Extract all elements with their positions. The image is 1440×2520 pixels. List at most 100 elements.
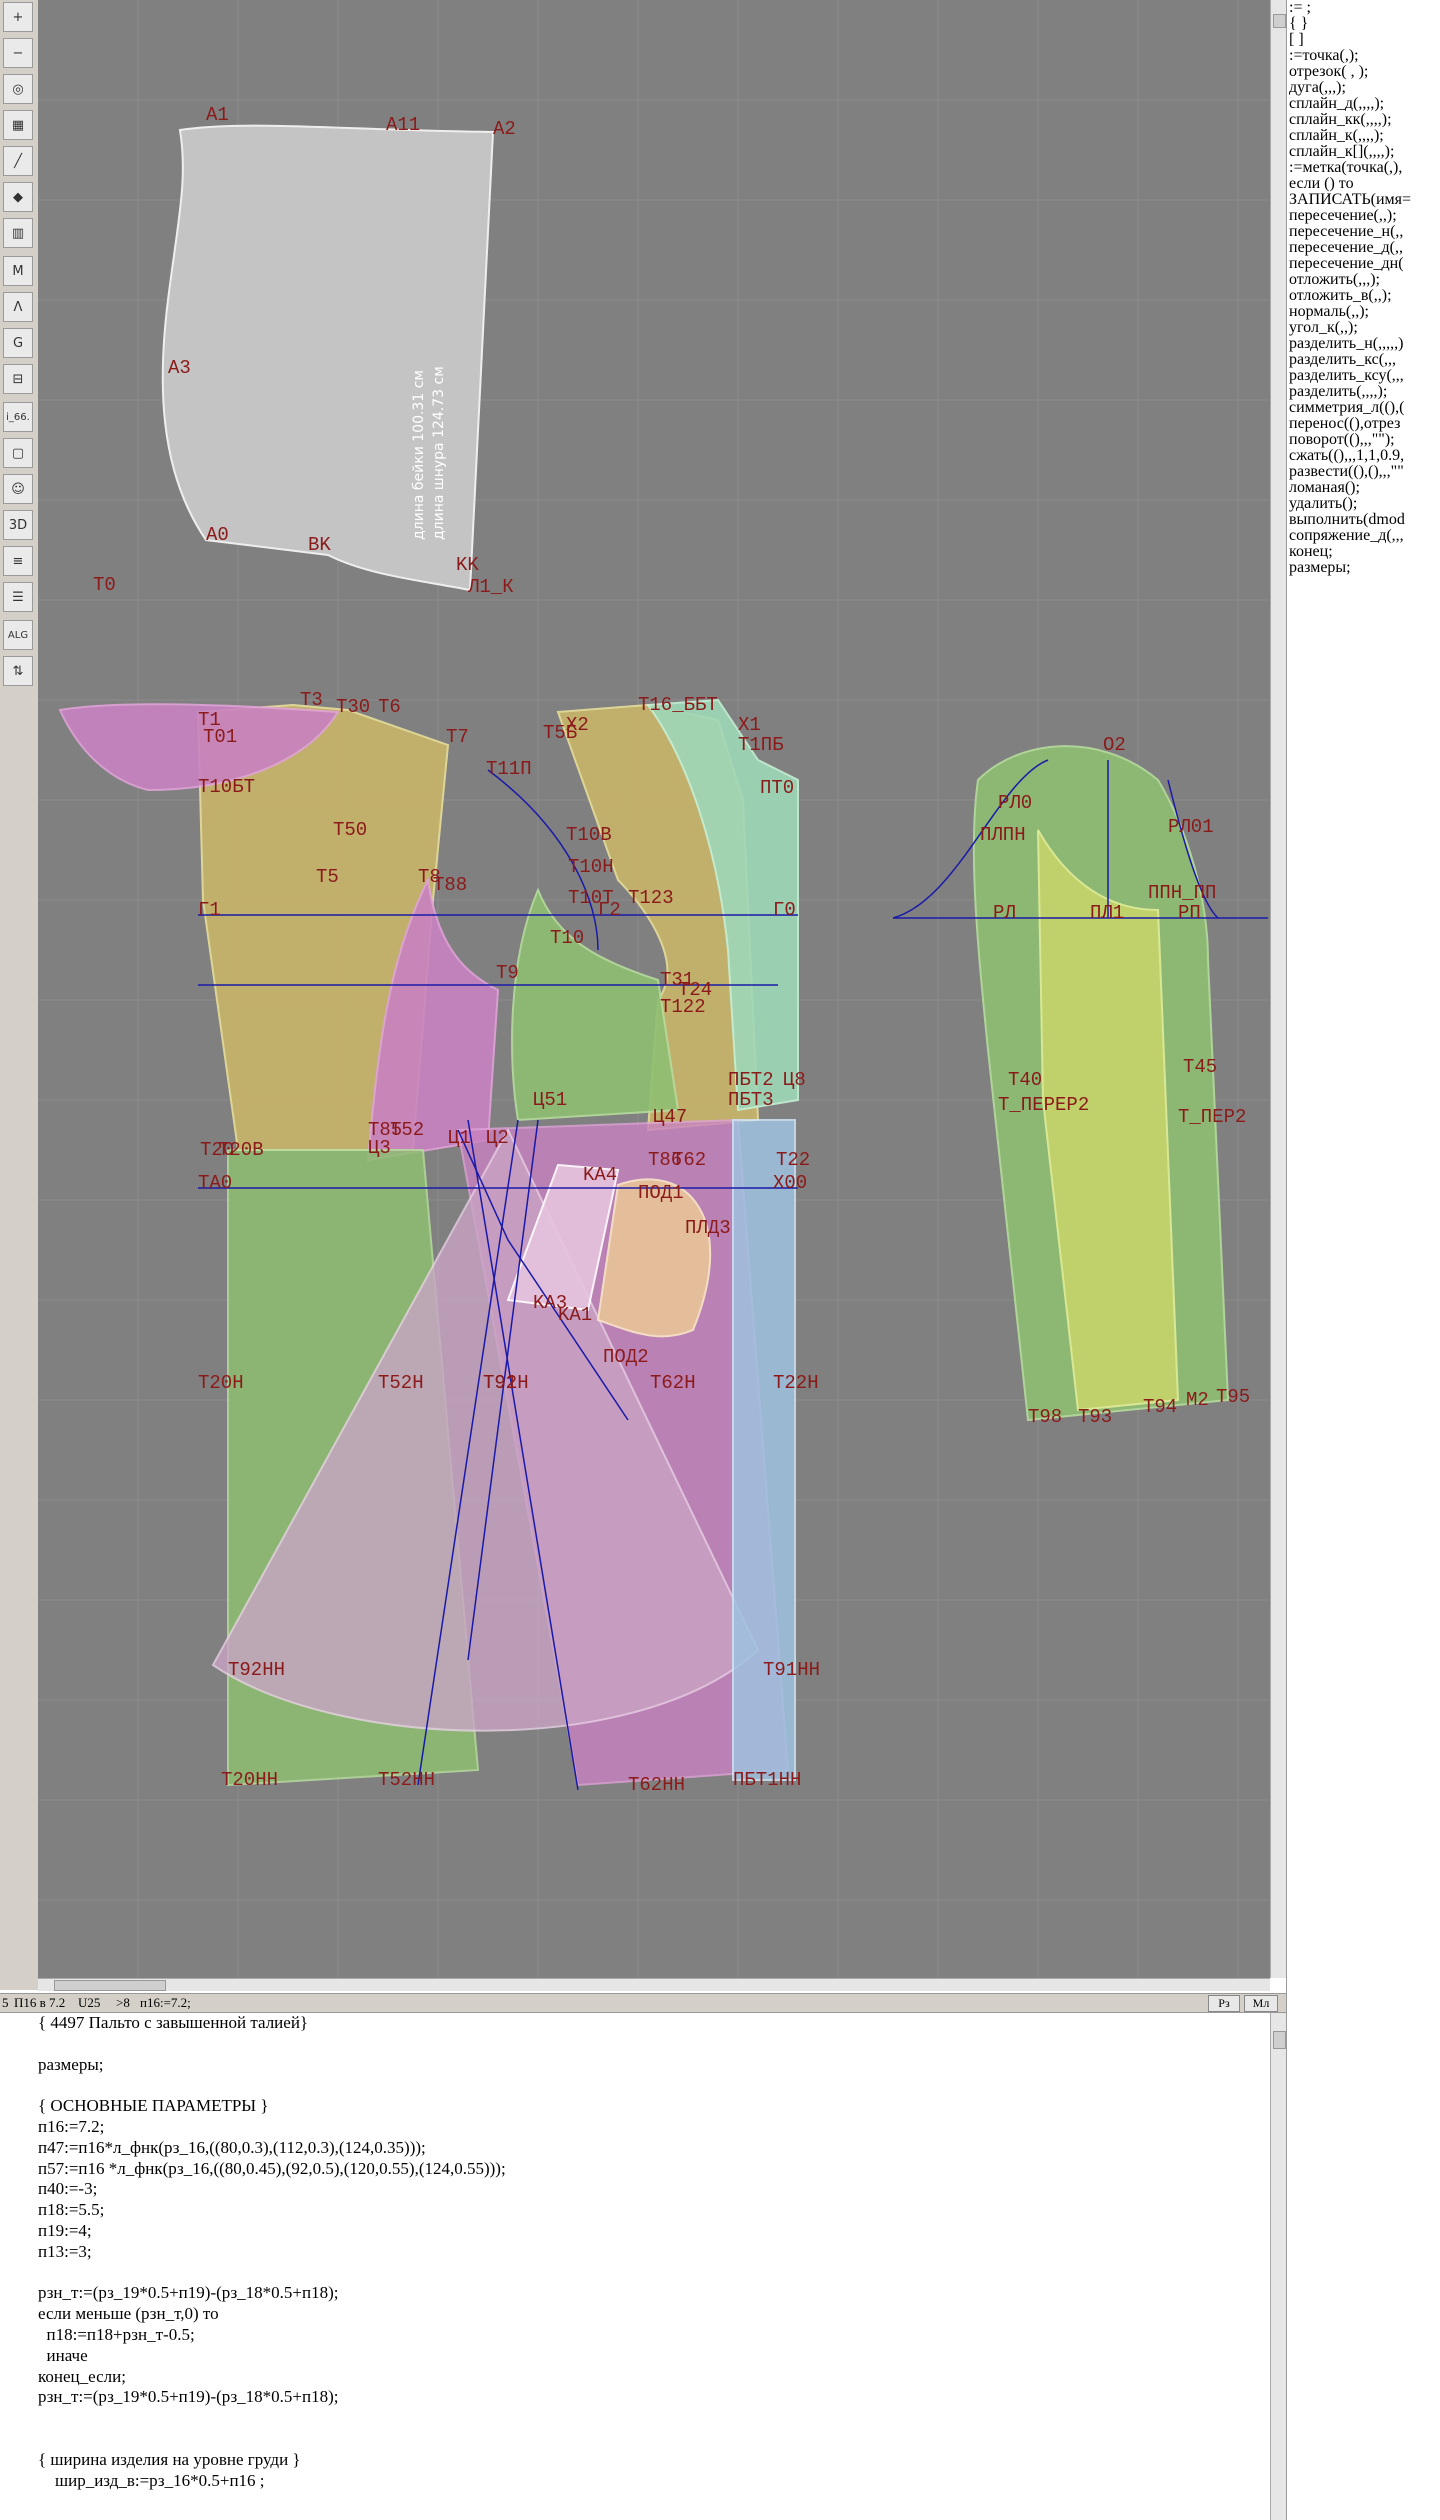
point-label[interactable]: BK [308,534,331,556]
point-label[interactable]: T10Н [568,856,614,878]
zoom-in-icon[interactable]: + [3,2,33,32]
point-label[interactable]: T123 [628,887,674,909]
point-label[interactable]: Т1ПБ [738,734,784,756]
point-label[interactable]: ПЛД3 [685,1217,731,1239]
point-label[interactable]: T10В [566,824,612,846]
function-item[interactable]: сплайн_к[](,,,,); [1287,144,1440,160]
function-item[interactable]: развести((),(),,,"" [1287,464,1440,480]
line-tool-icon[interactable]: ╱ [3,146,33,176]
function-item[interactable]: { } [1287,16,1440,32]
function-item[interactable]: нормаль(,,); [1287,304,1440,320]
view-3d-icon[interactable]: 3D [3,510,33,540]
point-label[interactable]: M2 [1186,1389,1209,1411]
tree-icon[interactable]: ⇅ [3,656,33,686]
point-label[interactable]: Ц3 [368,1137,391,1159]
point-label[interactable]: X1 [738,714,761,736]
point-label[interactable]: T5 [316,866,339,888]
function-item[interactable]: сплайн_д(,,,,); [1287,96,1440,112]
point-label[interactable]: A0 [206,524,229,546]
point-label[interactable]: T52 [390,1119,424,1141]
function-item[interactable]: ломаная(); [1287,480,1440,496]
point-label[interactable]: T0 [93,574,116,596]
function-item[interactable]: разделить_ксу(,,, [1287,368,1440,384]
function-item[interactable]: пересечение_н(,, [1287,224,1440,240]
function-item[interactable]: отложить(,,,); [1287,272,1440,288]
point-label[interactable]: ПОД1 [638,1182,684,1204]
function-item[interactable]: [ ] [1287,32,1440,48]
function-item[interactable]: разделить_н(,,,,,) [1287,336,1440,352]
g-tool-icon[interactable]: G [3,328,33,358]
function-item[interactable]: пересечение_дн( [1287,256,1440,272]
point-label[interactable]: TA0 [198,1172,232,1194]
point-label[interactable]: T62НН [628,1774,685,1796]
avatar-icon[interactable]: ☺ [3,474,33,504]
function-item[interactable]: отрезок( , ); [1287,64,1440,80]
ruler-icon[interactable]: ⊟ [3,364,33,394]
point-label[interactable]: KA1 [558,1304,592,1326]
placket-strip[interactable] [732,1119,796,1781]
point-label[interactable]: T7 [446,726,469,748]
point-label[interactable]: Г0 [773,899,796,921]
point-label[interactable]: A11 [386,114,420,136]
function-item[interactable]: разделить(,,,,); [1287,384,1440,400]
point-label[interactable]: T98 [1028,1406,1062,1428]
pattern-canvas[interactable]: длина бейки 100.31 см длина шнура 124.73… [38,0,1270,1978]
point-label[interactable]: T52Н [378,1372,424,1394]
point-label[interactable]: Ц2 [486,1127,509,1149]
function-item[interactable]: сопряжение_д(,,, [1287,528,1440,544]
point-label[interactable]: T122 [660,996,706,1018]
point-label[interactable]: KA4 [583,1164,617,1186]
function-item[interactable]: разделить_кс(,,, [1287,352,1440,368]
point-label[interactable]: T11П [486,758,532,780]
pattern-icon[interactable]: ▥ [3,218,33,248]
point-label[interactable]: Л1_К [467,576,514,598]
point-label[interactable]: T5Б [543,722,577,744]
function-item[interactable]: удалить(); [1287,496,1440,512]
point-label[interactable]: O2 [1103,734,1126,756]
point-label[interactable]: A3 [168,357,191,379]
function-item[interactable]: ЗАПИСАТЬ(имя= [1287,192,1440,208]
point-label[interactable]: T95 [1216,1386,1250,1408]
point-label[interactable]: A1 [206,104,229,126]
point-label[interactable]: T10 [550,927,584,949]
function-item[interactable]: дуга(,,,); [1287,80,1440,96]
compass-icon[interactable]: Λ [3,292,33,322]
point-label[interactable]: Ц1 [448,1127,471,1149]
function-item[interactable]: выполнить(dmod [1287,512,1440,528]
function-item[interactable]: перенос((),отрез [1287,416,1440,432]
point-label[interactable]: T88 [433,874,467,896]
point-label[interactable]: X00 [773,1172,807,1194]
vscroll-thumb[interactable] [1273,14,1286,28]
point-label[interactable]: KK [456,554,479,576]
point-label[interactable]: T92 [483,1372,517,1394]
point-label[interactable]: T45 [1183,1056,1217,1078]
point-label[interactable]: T3 [300,689,323,711]
point-label[interactable]: Г1 [198,899,221,921]
point-label[interactable]: T20Н [198,1372,244,1394]
ml-button[interactable]: Мл [1244,1995,1278,2012]
function-item[interactable]: сжать((),,,1,1,0.9, [1287,448,1440,464]
point-label[interactable]: T_ПЕРЕР2 [998,1094,1089,1116]
zoom-fit-icon[interactable]: ◎ [3,74,33,104]
function-item[interactable]: если () то [1287,176,1440,192]
point-label[interactable]: T16_ББТ [638,694,718,716]
point-label[interactable]: T20НН [221,1769,278,1791]
point-label[interactable]: T10БТ [198,776,255,798]
function-item[interactable]: :=метка(точка(,), [1287,160,1440,176]
stack-icon[interactable]: ≡ [3,546,33,576]
point-label[interactable]: T22Н [773,1372,819,1394]
point-label[interactable]: РП [1178,902,1201,924]
point-label[interactable]: Ц47 [653,1106,687,1128]
zoom-out-icon[interactable]: − [3,38,33,68]
point-label[interactable]: T93 [1078,1406,1112,1428]
point-label[interactable]: Ц8 [783,1069,806,1091]
point-label[interactable]: ППН_ПП [1148,882,1216,904]
point-label[interactable]: ПТ0 [760,777,794,799]
point-label[interactable]: PЛ [993,902,1016,924]
code-vertical-scrollbar[interactable] [1270,2013,1287,2520]
function-item[interactable]: :=точка(,); [1287,48,1440,64]
measure-m-icon[interactable]: M [3,256,33,286]
point-label[interactable]: PЛ01 [1168,816,1214,838]
point-label[interactable]: T50 [333,819,367,841]
point-label[interactable]: Г2 [598,899,621,921]
